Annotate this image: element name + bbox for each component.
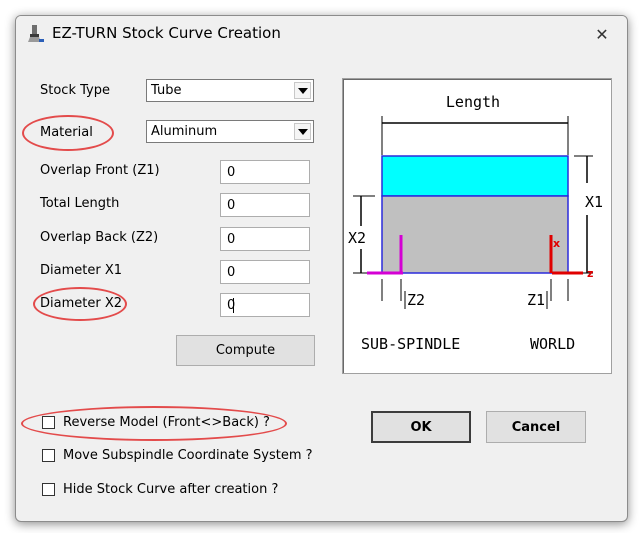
diameter-x1-label: Diameter X1 <box>40 263 122 278</box>
move-subspindle-label: Move Subspindle Coordinate System ? <box>63 448 313 463</box>
material-label: Material <box>40 125 93 140</box>
total-length-input[interactable]: 0 <box>220 193 310 217</box>
overlap-front-label: Overlap Front (Z1) <box>40 163 160 178</box>
stock-type-select[interactable]: Tube <box>146 79 314 102</box>
world-z-axis-label: z <box>587 267 593 280</box>
chevron-down-icon[interactable] <box>294 123 311 140</box>
diameter-x1-input[interactable]: 0 <box>220 260 310 284</box>
compute-button[interactable]: Compute <box>176 335 315 366</box>
ok-button[interactable]: OK <box>371 411 471 443</box>
overlap-back-input[interactable]: 0 <box>220 227 310 251</box>
stock-top-rect <box>381 155 569 197</box>
cancel-button[interactable]: Cancel <box>486 411 586 443</box>
diagram-z1-label: Z1 <box>527 291 545 309</box>
diameter-x1-value: 0 <box>227 265 236 280</box>
world-label: WORLD <box>530 335 575 353</box>
diagram-z2-label: Z2 <box>407 291 425 309</box>
material-select[interactable]: Aluminum <box>146 120 314 143</box>
chevron-down-icon[interactable] <box>294 82 311 99</box>
move-subspindle-checkbox[interactable] <box>42 449 55 462</box>
overlap-front-input[interactable]: 0 <box>220 160 310 184</box>
title-bar: EZ-TURN Stock Curve Creation ✕ <box>16 16 627 52</box>
stock-type-label: Stock Type <box>40 83 110 98</box>
reverse-model-label: Reverse Model (Front<>Back) ? <box>63 415 270 430</box>
material-value: Aluminum <box>151 124 218 139</box>
world-x-axis-label: x <box>553 237 560 250</box>
total-length-value: 0 <box>227 198 236 213</box>
diagram-length-label: Length <box>446 93 500 111</box>
hide-stock-curve-label: Hide Stock Curve after creation ? <box>63 482 279 497</box>
close-icon: ✕ <box>595 24 609 44</box>
stock-diagram: Length X1 X2 x z Z2 Z1 SUB-SPINDLE WORLD <box>342 78 612 374</box>
stock-body-rect <box>381 195 569 274</box>
reverse-model-checkbox[interactable] <box>42 416 55 429</box>
text-caret <box>233 298 234 313</box>
close-button[interactable]: ✕ <box>587 20 617 48</box>
diameter-x2-input[interactable]: 0 <box>220 293 310 317</box>
app-icon <box>26 24 46 44</box>
window-title: EZ-TURN Stock Curve Creation <box>52 24 281 42</box>
diameter-x2-label: Diameter X2 <box>40 296 122 311</box>
total-length-label: Total Length <box>40 196 120 211</box>
overlap-back-label: Overlap Back (Z2) <box>40 230 159 245</box>
stock-type-value: Tube <box>151 83 182 98</box>
stock-curve-dialog: EZ-TURN Stock Curve Creation ✕ Stock Typ… <box>15 15 628 522</box>
overlap-front-value: 0 <box>227 165 236 180</box>
overlap-back-value: 0 <box>227 232 236 247</box>
sub-spindle-label: SUB-SPINDLE <box>361 335 460 353</box>
diagram-x2-label: X2 <box>348 229 366 247</box>
diameter-x2-value: 0 <box>227 298 236 313</box>
hide-stock-curve-checkbox[interactable] <box>42 483 55 496</box>
diagram-x1-label: X1 <box>585 193 603 211</box>
